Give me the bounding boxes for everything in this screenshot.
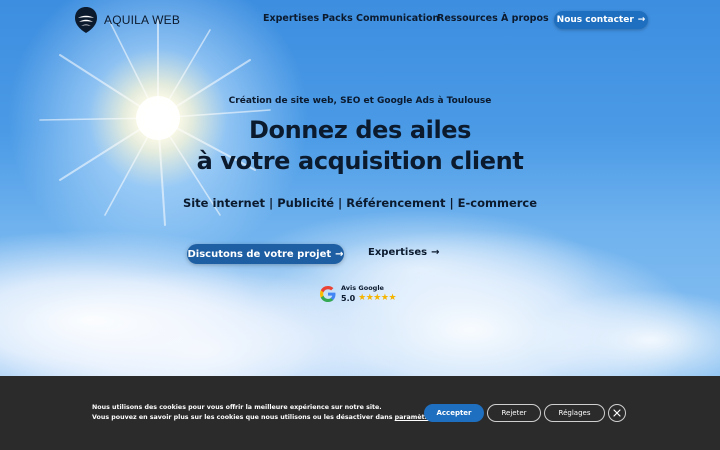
arrow-right-icon: → xyxy=(335,248,344,260)
hero-kicker: Création de site web, SEO et Google Ads … xyxy=(228,96,492,106)
cookie-message-line-2-text: Vous pouvez en savoir plus sur les cooki… xyxy=(92,414,393,421)
arrow-right-icon: → xyxy=(637,15,646,25)
brand-name: AQUILA WEB xyxy=(104,13,181,27)
expertises-link[interactable]: Expertises → xyxy=(368,247,439,258)
top-navigation: AQUILA WEB Expertises Packs Communicatio… xyxy=(0,0,720,40)
discuss-project-label: Discutons de votre projet xyxy=(187,248,332,260)
contact-button-label: Nous contacter xyxy=(556,15,634,25)
review-score-row: 5.0 ★★★★★ xyxy=(341,293,397,303)
review-score: 5.0 xyxy=(341,293,356,303)
close-cookie-banner-button[interactable] xyxy=(608,404,626,422)
headline-line-2: à votre acquisition client xyxy=(196,147,524,175)
hero-background xyxy=(0,0,720,376)
nav-item-a-propos[interactable]: À propos xyxy=(501,13,549,24)
star-rating-icon: ★★★★★ xyxy=(358,293,397,303)
cookie-message-line-1: Nous utilisons des cookies pour vous off… xyxy=(92,404,382,411)
headline-line-1: Donnez des ailes xyxy=(248,116,472,144)
cookie-message-line-2: Vous pouvez en savoir plus sur les cooki… xyxy=(92,413,438,423)
cookie-message: Nous utilisons des cookies pour vous off… xyxy=(92,403,438,423)
hero-headline: Donnez des ailes à votre acquisition cli… xyxy=(0,115,720,177)
contact-button[interactable]: Nous contacter → xyxy=(554,11,648,29)
cookie-banner: Nous utilisons des cookies pour vous off… xyxy=(0,376,720,450)
nav-item-packs-communication[interactable]: Packs Communication xyxy=(322,13,439,24)
nav-item-ressources[interactable]: Ressources xyxy=(437,13,498,24)
discuss-project-button[interactable]: Discutons de votre projet → xyxy=(187,244,344,264)
eagle-shield-logo-icon xyxy=(75,7,97,33)
services-list: Site internet | Publicité | Référencemen… xyxy=(182,196,538,210)
reject-cookies-button[interactable]: Rejeter xyxy=(487,404,541,422)
cookie-settings-button[interactable]: Réglages xyxy=(544,404,605,422)
google-review-badge[interactable]: Avis Google 5.0 ★★★★★ xyxy=(320,284,397,303)
expertises-link-label: Expertises xyxy=(368,247,428,258)
nav-item-expertises[interactable]: Expertises xyxy=(263,13,319,24)
review-label: Avis Google xyxy=(341,284,384,292)
review-text: Avis Google 5.0 ★★★★★ xyxy=(341,284,397,303)
arrow-right-icon: → xyxy=(431,247,440,258)
accept-cookies-button[interactable]: Accepter xyxy=(424,404,484,422)
close-icon xyxy=(613,409,621,417)
brand-logo[interactable]: AQUILA WEB xyxy=(74,6,180,34)
google-icon xyxy=(320,285,336,302)
